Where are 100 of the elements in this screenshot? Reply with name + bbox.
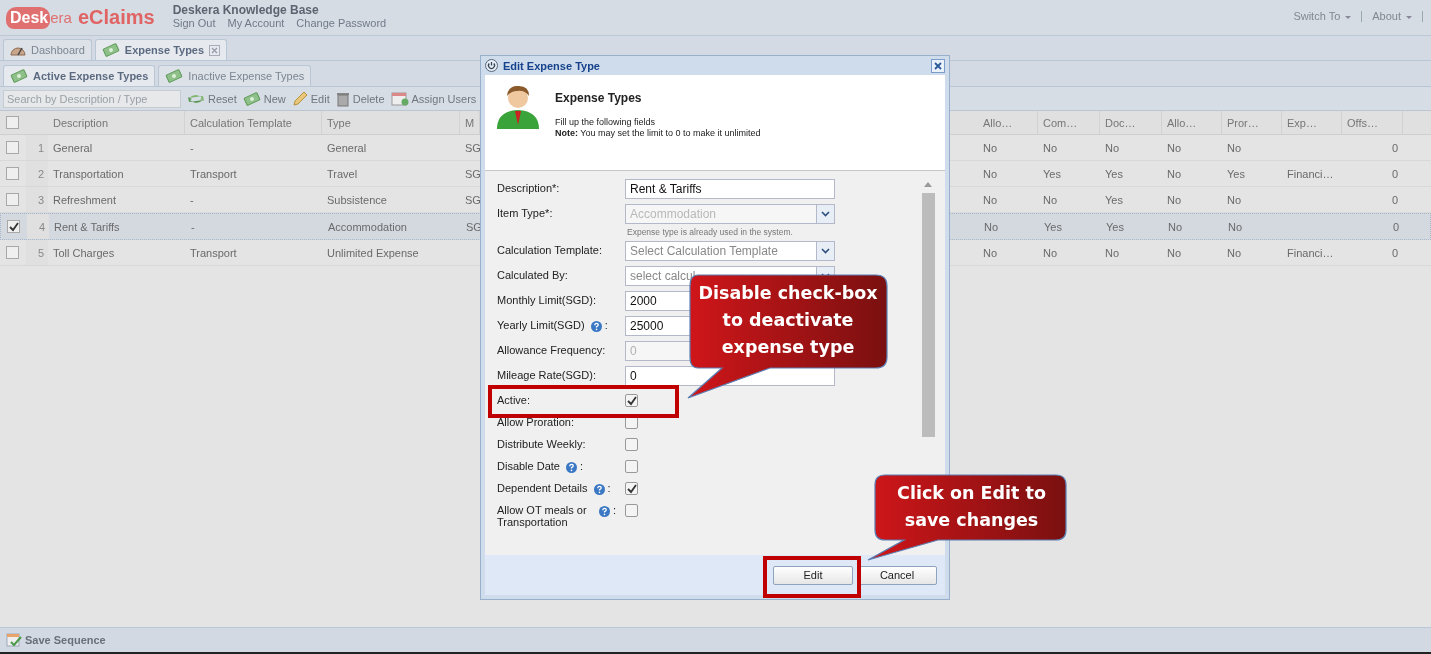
- logo-text: era: [50, 9, 72, 26]
- table-cell-text: Transport: [189, 167, 238, 180]
- search-field[interactable]: Search by Description / Type: [3, 89, 181, 108]
- menu-dropdown[interactable]: Switch To: [1293, 10, 1352, 22]
- table-cell-text: No: [1226, 141, 1243, 154]
- tab[interactable]: Inactive Expense Types: [158, 65, 312, 86]
- help-icon[interactable]: [599, 506, 610, 517]
- table-cell-text: No: [1167, 220, 1184, 233]
- checkbox[interactable]: [625, 482, 638, 495]
- save-sequence-button[interactable]: Save Sequence: [6, 633, 106, 647]
- tab[interactable]: Dashboard: [3, 39, 92, 60]
- column-header[interactable]: Doc…: [1100, 111, 1162, 134]
- checklist-icon: [6, 633, 22, 647]
- table-cell-text: Yes: [1043, 220, 1063, 233]
- table-cell-text: Rent & Tariffs: [53, 220, 121, 233]
- toolbar-button[interactable]: Delete: [335, 90, 385, 107]
- close-icon[interactable]: [209, 44, 221, 56]
- dialog-title: Edit Expense Type: [503, 59, 600, 72]
- arrow-up-icon[interactable]: [924, 182, 932, 187]
- table-cell-text: SG: [464, 193, 480, 206]
- column-header[interactable]: Allo…: [978, 111, 1038, 134]
- help-icon[interactable]: [566, 462, 577, 473]
- close-button[interactable]: [931, 58, 945, 73]
- table-cell-text: Financi…: [1286, 246, 1335, 259]
- table-cell-text: Refreshment: [52, 193, 117, 206]
- field-hint: Expense type is already used in the system.: [627, 227, 794, 237]
- table-cell-text: No: [982, 141, 999, 154]
- column-header[interactable]: Type: [322, 111, 460, 134]
- help-icon[interactable]: [590, 321, 602, 332]
- column-header[interactable]: Com…: [1038, 111, 1100, 134]
- table-cell-text: Transport: [189, 246, 238, 259]
- tab[interactable]: Expense Types: [94, 39, 228, 60]
- logo-mark: Desk: [6, 6, 51, 29]
- product-name: eClaims: [77, 6, 155, 29]
- toolbar-button[interactable]: Assign Users: [390, 91, 477, 106]
- tab[interactable]: Active Expense Types: [3, 65, 156, 86]
- text-field[interactable]: Rent & Tariffs: [625, 179, 835, 199]
- field-label: Allow Proration:: [497, 416, 575, 428]
- toolbar-button[interactable]: New: [242, 91, 286, 106]
- field-label: Allowance Frequency:: [497, 344, 606, 356]
- pencil-icon: [291, 90, 308, 107]
- field-label: Distribute Weekly:: [497, 438, 586, 450]
- row-number: 1: [26, 135, 48, 160]
- table-cell-text: No: [1042, 193, 1059, 206]
- column-header[interactable]: Allo…: [1162, 111, 1222, 134]
- field-label: Allow OT meals or Transportation: [497, 504, 588, 528]
- table-cell-text: -: [189, 193, 195, 206]
- column-header[interactable]: Pror…: [1222, 111, 1282, 134]
- table-cell-text: No: [1166, 167, 1183, 180]
- help-icon[interactable]: [593, 484, 605, 495]
- header-link[interactable]: Change Password: [296, 17, 387, 29]
- checkbox[interactable]: [6, 193, 19, 206]
- callout-tooltip: Click on Edit to save changes: [866, 474, 1067, 562]
- column-header[interactable]: Offs…: [1342, 111, 1403, 134]
- row-number: 2: [26, 161, 48, 186]
- table-cell-text: Yes: [1105, 220, 1125, 233]
- table-cell-text: No: [1226, 193, 1243, 206]
- field-label: Yearly Limit(SGD): [497, 319, 585, 331]
- table-cell-text: No: [982, 167, 999, 180]
- checkbox[interactable]: [7, 220, 20, 233]
- table-cell-text: Accommodation: [327, 220, 408, 233]
- field-label: Mileage Rate(SGD):: [497, 369, 597, 381]
- note-text: Note: You may set the limit to 0 to make it unlimited: [555, 128, 761, 139]
- table-cell-text: No: [1042, 141, 1059, 154]
- header-link[interactable]: Sign Out: [172, 17, 216, 29]
- field-label: Active:: [497, 394, 530, 406]
- checkbox[interactable]: [625, 504, 638, 517]
- table-cell-text: Financi…: [1286, 167, 1335, 180]
- toolbar-button[interactable]: Edit: [291, 90, 330, 107]
- checkbox[interactable]: [6, 141, 19, 154]
- table-cell-text: No: [1104, 246, 1121, 259]
- column-header[interactable]: Calculation Template: [185, 111, 322, 134]
- checkbox[interactable]: [625, 394, 638, 407]
- row-number: 3: [26, 187, 48, 212]
- table-cell-text: No: [1227, 220, 1244, 233]
- column-header[interactable]: Exp…: [1282, 111, 1342, 134]
- table-cell-text: SG: [464, 141, 480, 154]
- header-link[interactable]: My Account: [227, 17, 285, 29]
- table-cell-text: Yes: [1104, 193, 1124, 206]
- checkbox[interactable]: [625, 438, 638, 451]
- checkbox[interactable]: [625, 460, 638, 473]
- chevron-down-icon[interactable]: [821, 248, 830, 254]
- dialog-button[interactable]: Edit: [773, 565, 853, 585]
- banknote-icon: [165, 69, 184, 83]
- checkbox[interactable]: [6, 167, 19, 180]
- table-cell-text: No: [983, 220, 1000, 233]
- dropdown-field[interactable]: Select Calculation Template: [625, 241, 835, 261]
- toolbar-button[interactable]: Reset: [187, 92, 237, 105]
- site-title: Deskera Knowledge Base: [172, 3, 320, 17]
- banknote-icon: [101, 43, 120, 57]
- scrollbar[interactable]: [921, 182, 935, 437]
- menu-dropdown[interactable]: About: [1372, 10, 1412, 22]
- checkbox[interactable]: [6, 116, 19, 129]
- table-cell-text: No: [1166, 141, 1183, 154]
- table-cell-text: No: [1104, 141, 1121, 154]
- checkbox[interactable]: [6, 246, 19, 259]
- table-cell-text: Unlimited Expense: [326, 246, 420, 259]
- column-header[interactable]: Description: [48, 111, 185, 134]
- field-label: Description*:: [497, 182, 560, 194]
- field-label: Calculated By:: [497, 269, 568, 281]
